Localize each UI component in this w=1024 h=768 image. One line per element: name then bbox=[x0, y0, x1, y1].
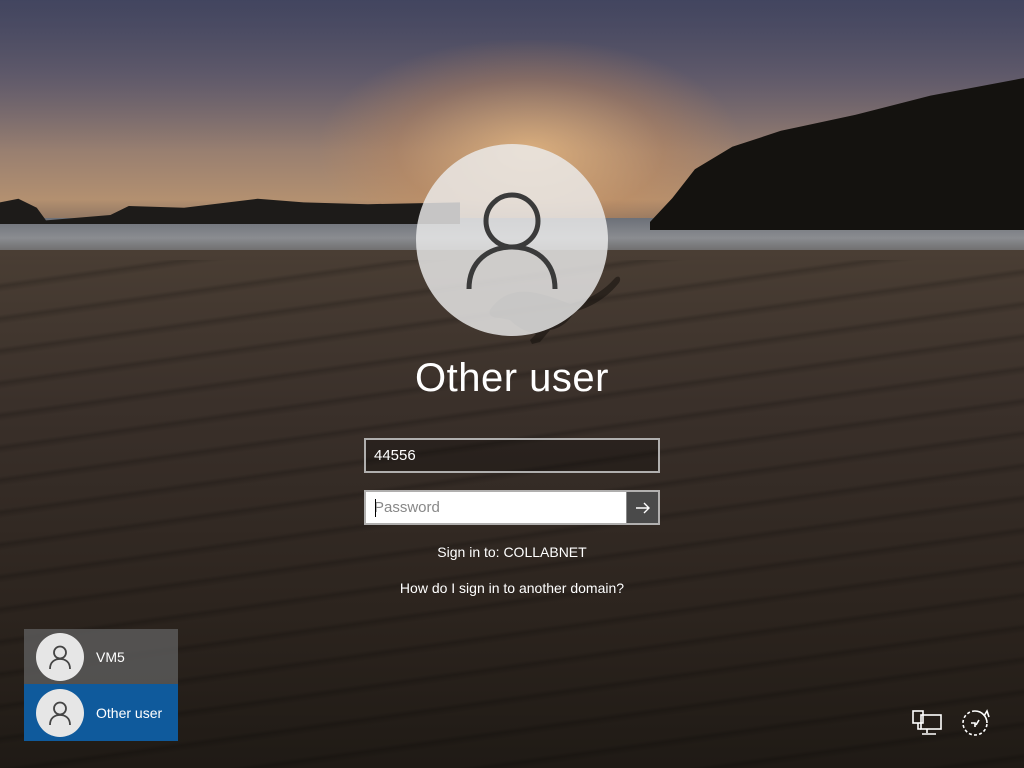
user-icon bbox=[49, 645, 71, 669]
password-box bbox=[364, 490, 660, 525]
password-input[interactable] bbox=[366, 492, 626, 523]
arrow-right-icon bbox=[635, 502, 650, 513]
user-icon bbox=[49, 701, 71, 725]
user-tile-other-user[interactable]: Other user bbox=[24, 684, 178, 741]
submit-button[interactable] bbox=[626, 492, 658, 523]
ease-of-access-icon bbox=[962, 709, 990, 736]
user-avatar bbox=[36, 632, 84, 681]
text-cursor bbox=[375, 499, 376, 517]
user-icon bbox=[466, 192, 558, 290]
user-tile-label: VM5 bbox=[96, 648, 125, 665]
page-title: Other user bbox=[415, 356, 609, 400]
user-list: VM5 Other user bbox=[24, 629, 178, 741]
domain-help-link[interactable]: How do I sign in to another domain? bbox=[312, 580, 712, 596]
ease-of-access-button[interactable] bbox=[958, 706, 992, 740]
sign-in-domain-text: Sign in to: COLLABNET bbox=[437, 544, 587, 560]
user-avatar-large bbox=[416, 144, 608, 336]
password-input-wrapper bbox=[366, 492, 626, 523]
user-tile-label: Other user bbox=[96, 704, 163, 721]
network-button[interactable] bbox=[910, 706, 944, 740]
user-avatar bbox=[36, 688, 84, 737]
username-field[interactable]: 44556 bbox=[364, 438, 660, 473]
user-tile-vm5[interactable]: VM5 bbox=[24, 629, 178, 684]
network-icon bbox=[912, 710, 942, 735]
